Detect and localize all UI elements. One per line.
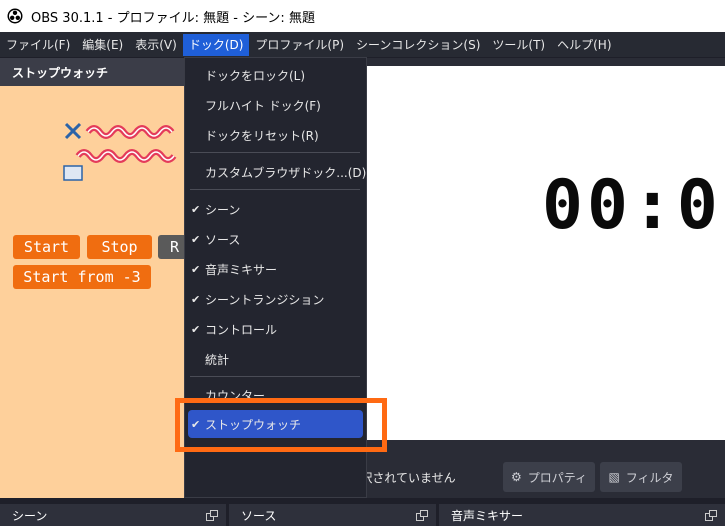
menu-separator	[190, 376, 360, 377]
gear-icon: ⚙	[510, 470, 522, 484]
menu-separator	[190, 152, 360, 153]
menu-file[interactable]: ファイル(F)	[0, 34, 76, 56]
haishin-toolkit-logo	[63, 122, 177, 181]
scenes-panel-title: シーン	[12, 508, 48, 523]
menu-item-label: カスタムブラウザドック...(D)	[205, 165, 367, 180]
menu-item-full-height-docks[interactable]: フルハイト ドック(F)	[185, 91, 366, 119]
menu-item-label: 音声ミキサー	[205, 262, 278, 277]
menu-bar: ファイル(F) 編集(E) 表示(V) ドック(D) プロファイル(P) シーン…	[0, 32, 725, 57]
check-icon: ✔	[191, 262, 201, 276]
start-button[interactable]: Start	[13, 235, 80, 259]
check-icon: ✔	[191, 322, 201, 336]
undock-icon[interactable]	[705, 510, 717, 521]
menu-item-lock-docks[interactable]: ドックをロック(L)	[185, 61, 366, 89]
highlight-box	[175, 398, 387, 452]
audio-mixer-panel-title: 音声ミキサー	[451, 508, 524, 523]
menu-scene-collection[interactable]: シーンコレクション(S)	[350, 34, 486, 56]
menu-item-label: 統計	[205, 352, 230, 367]
menu-item-stats[interactable]: 統計	[185, 345, 366, 373]
filter-icon: ▧	[608, 470, 620, 484]
bottom-docks: シーン ソース 音声ミキサー	[0, 500, 725, 526]
undock-icon[interactable]	[416, 510, 428, 521]
menu-item-controls[interactable]: ✔ コントロール	[185, 315, 366, 343]
preview-canvas[interactable]: 00:0	[367, 66, 725, 440]
menu-item-custom-browser-docks[interactable]: カスタムブラウザドック...(D)	[185, 158, 366, 186]
check-icon: ✔	[191, 202, 201, 216]
check-icon: ✔	[191, 292, 201, 306]
menu-item-label: ソース	[205, 232, 241, 247]
undock-icon[interactable]	[206, 510, 218, 521]
menu-separator	[190, 189, 360, 190]
menu-help[interactable]: ヘルプ(H)	[551, 34, 617, 56]
filters-label: フィルタ	[625, 470, 674, 485]
window-title: OBS 30.1.1 - プロファイル: 無題 - シーン: 無題	[31, 10, 315, 26]
sources-panel-title: ソース	[241, 508, 277, 523]
menu-item-scene-transitions[interactable]: ✔ シーントランジション	[185, 285, 366, 313]
menu-item-audio-mixer[interactable]: ✔ 音声ミキサー	[185, 255, 366, 283]
menu-profile[interactable]: プロファイル(P)	[249, 34, 350, 56]
stop-button[interactable]: Stop	[87, 235, 152, 259]
properties-label: プロパティ	[527, 470, 588, 485]
timer-display: 00:0	[542, 166, 722, 245]
menu-tools[interactable]: ツール(T)	[486, 34, 551, 56]
obs-logo-icon	[7, 8, 23, 24]
properties-button[interactable]: ⚙ プロパティ	[503, 462, 595, 492]
start-from-button[interactable]: Start from -3	[13, 265, 151, 289]
title-bar: OBS 30.1.1 - プロファイル: 無題 - シーン: 無題	[0, 0, 725, 32]
filters-button[interactable]: ▧ フィルタ	[600, 462, 682, 492]
menu-item-label: シーントランジション	[205, 292, 325, 307]
menu-item-scenes[interactable]: ✔ シーン	[185, 195, 366, 223]
menu-edit[interactable]: 編集(E)	[76, 34, 129, 56]
check-icon: ✔	[191, 232, 201, 246]
menu-view[interactable]: 表示(V)	[129, 34, 183, 56]
menu-item-reset-docks[interactable]: ドックをリセット(R)	[185, 121, 366, 149]
menu-item-label: シーン	[205, 202, 241, 217]
menu-item-label: ドックをロック(L)	[205, 68, 306, 83]
menu-item-label: コントロール	[205, 322, 278, 337]
sources-panel[interactable]: ソース	[229, 504, 436, 526]
menu-item-label: フルハイト ドック(F)	[205, 98, 321, 113]
menu-dock[interactable]: ドック(D)	[182, 33, 250, 56]
scenes-panel[interactable]: シーン	[0, 504, 226, 526]
menu-item-label: ドックをリセット(R)	[205, 128, 319, 143]
menu-item-sources[interactable]: ✔ ソース	[185, 225, 366, 253]
audio-mixer-panel[interactable]: 音声ミキサー	[439, 504, 725, 526]
